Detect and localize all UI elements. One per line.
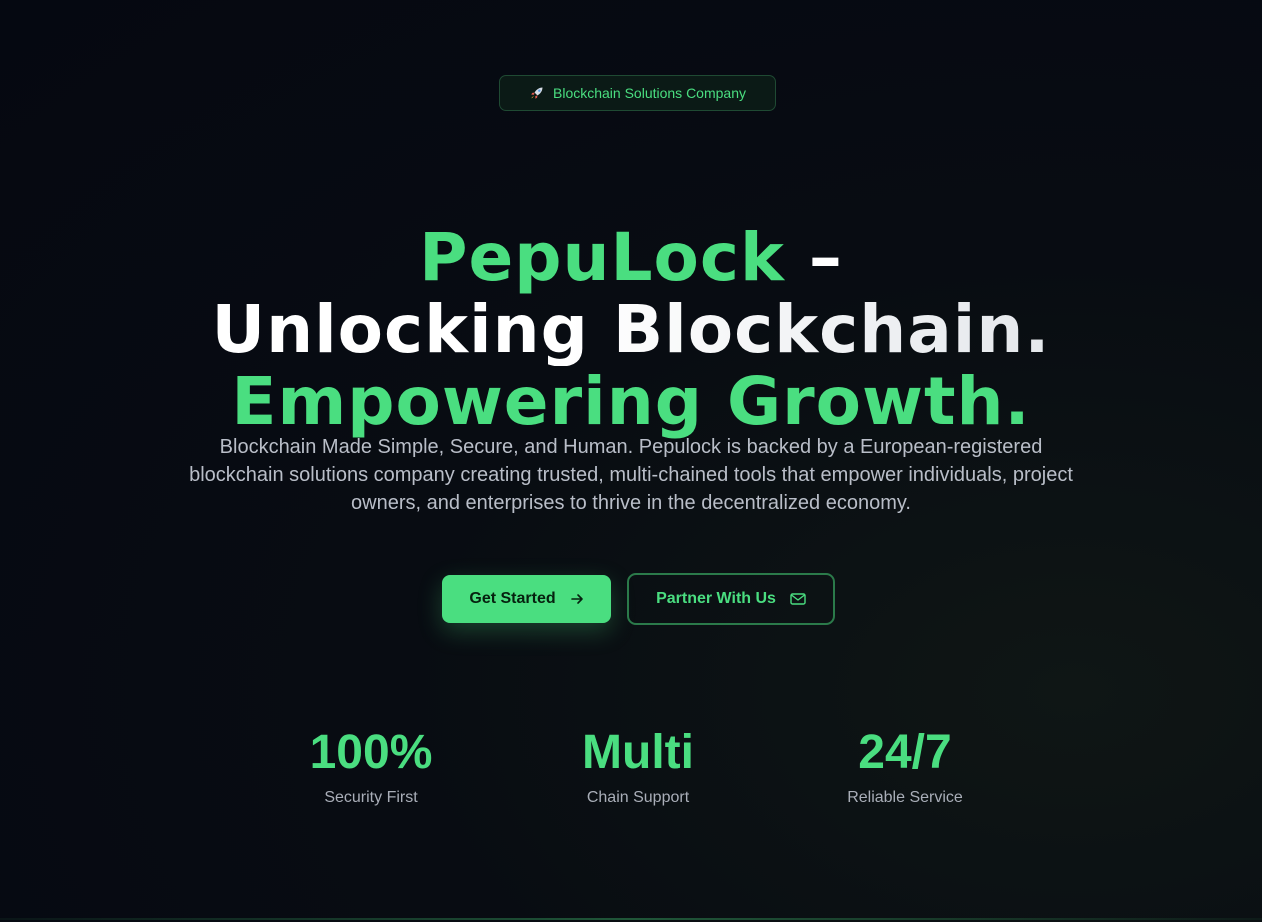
- company-badge: Blockchain Solutions Company: [499, 75, 776, 111]
- headline-dash: –: [784, 219, 843, 297]
- brand-name: PepuLock: [419, 219, 785, 297]
- stat-label: Security First: [324, 789, 418, 806]
- partner-with-us-button[interactable]: Partner With Us: [627, 573, 835, 625]
- rocket-icon: [529, 85, 545, 101]
- stat-value: 24/7: [858, 726, 952, 779]
- stat-value: 100%: [309, 726, 433, 779]
- headline-line-3: Empowering Growth.: [231, 363, 1031, 441]
- headline-line-2: Unlocking Blockchain.: [0, 294, 1262, 366]
- arrow-right-icon: [570, 592, 584, 606]
- stat-security: 100% Security First: [251, 726, 491, 808]
- get-started-button[interactable]: Get Started: [442, 575, 611, 623]
- stat-reliable-service: 24/7 Reliable Service: [785, 726, 1025, 808]
- stat-label: Chain Support: [586, 789, 690, 806]
- stat-label: Reliable Service: [847, 789, 963, 806]
- get-started-label: Get Started: [469, 590, 556, 607]
- mail-icon: [790, 592, 806, 606]
- stat-chain-support: Multi Chain Support: [518, 726, 758, 808]
- badge-text: Blockchain Solutions Company: [553, 85, 746, 101]
- partner-with-us-label: Partner With Us: [656, 590, 776, 607]
- stat-value: Multi: [582, 726, 694, 779]
- headline-line-1: PepuLock –: [0, 222, 1262, 294]
- section-divider: [0, 918, 1262, 920]
- hero-section: Blockchain Solutions Company PepuLock – …: [0, 0, 1262, 922]
- hero-description: Blockchain Made Simple, Secure, and Huma…: [189, 436, 1073, 514]
- hero-headline: PepuLock – Unlocking Blockchain. Empower…: [0, 222, 1262, 438]
